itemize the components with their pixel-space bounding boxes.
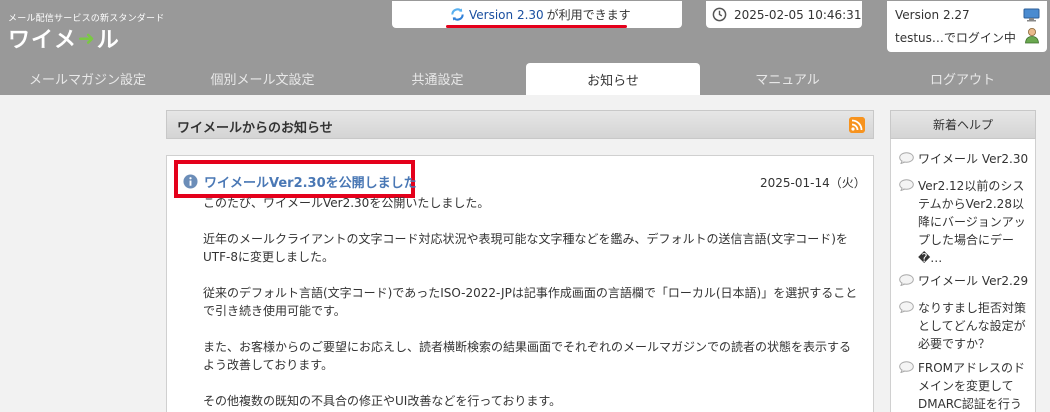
rss-icon[interactable] (849, 117, 865, 133)
clock-icon (712, 7, 727, 22)
news-paragraph: また、お客様からのご要望にお応えし、読者横断検索の結果画面でそれぞれのメールマガ… (203, 340, 852, 372)
update-notice[interactable]: Version 2.30 が利用できます (392, 1, 682, 28)
monitor-icon (1023, 8, 1040, 22)
news-paragraph: その他複数の既知の不具合の修正やUI改善などを行っております。 (203, 394, 562, 408)
update-version-link[interactable]: Version 2.30 (469, 8, 544, 22)
speech-bubble-icon (899, 301, 914, 313)
news-panel: ワイメールVer2.30を公開しました 2025-01-14（火） このたび、ワ… (166, 155, 874, 412)
logo-text-left: ワイメ (8, 28, 78, 53)
tab-mail-magazine-settings[interactable]: メールマガジン設定 (0, 62, 175, 95)
news-title-text: ワイメールVer2.30を公開しました (204, 176, 417, 191)
news-paragraph: 従来のデフォルト言語(文字コード)であったISO-2022-JPは記事作成画面の… (203, 286, 858, 318)
tab-manual[interactable]: マニュアル (700, 62, 875, 95)
new-help-panel: ワイメール Ver2.30 Ver2.12以前のシステムからVer2.28以降に… (890, 139, 1036, 412)
current-version: Version 2.27 (895, 8, 970, 22)
news-body: このたび、ワイメールVer2.30を公開いたしました。 近年のメールクライアント… (203, 194, 859, 412)
refresh-icon (451, 8, 464, 21)
speech-bubble-icon (899, 274, 914, 286)
user-icon (1025, 28, 1039, 44)
info-icon (183, 174, 198, 189)
help-item-label: FROMアドレスのドメインを変更してDMARC認証を行うには (918, 361, 1026, 411)
speech-bubble-icon (899, 179, 914, 191)
header: メール配信サービスの新スタンダード ワイメ ➜ ル Version 2.30 が… (0, 0, 1050, 62)
news-paragraph: このたび、ワイメールVer2.30を公開いたしました。 (203, 196, 490, 210)
news-section-title: ワイメールからのお知らせ (177, 121, 333, 136)
tab-logout[interactable]: ログアウト (875, 62, 1050, 95)
news-section-header: ワイメールからのお知らせ (166, 110, 874, 139)
news-paragraph: 近年のメールクライアントの文字コード対応状況や表現可能な文字種などを鑑み、デフォ… (203, 232, 848, 264)
update-suffix: が利用できます (546, 8, 631, 22)
update-notice-content: Version 2.30 が利用できます (450, 6, 631, 23)
update-highlight-underline (446, 25, 627, 28)
new-help-header: 新着ヘルプ (890, 110, 1036, 139)
datetime-text: 2025-02-05 10:46:31 (734, 7, 862, 22)
speech-bubble-icon (899, 152, 914, 164)
logo-text-right: ル (96, 28, 120, 53)
speech-bubble-icon (899, 361, 914, 373)
tab-individual-mail-settings[interactable]: 個別メール文設定 (175, 62, 350, 95)
help-item-label: ワイメール Ver2.29 (918, 274, 1029, 288)
user-info: Version 2.27 testus…でログイン中 (887, 1, 1047, 52)
help-item[interactable]: なりすまし拒否対策としてどんな設定が必要ですか？ (899, 299, 1029, 353)
main-nav-tabs: メールマガジン設定 個別メール文設定 共通設定 お知らせ マニュアル ログアウト (0, 62, 1050, 95)
logo[interactable]: ワイメ ➜ ル (8, 22, 120, 54)
help-item-label: なりすまし拒否対策としてどんな設定が必要ですか？ (918, 301, 1027, 351)
help-item-label: Ver2.12以前のシステムからVer2.28以降にバージョンアップした場合にデ… (918, 179, 1026, 265)
help-item[interactable]: ワイメール Ver2.29 (899, 272, 1029, 290)
news-title-link[interactable]: ワイメールVer2.30を公開しました (183, 172, 417, 191)
logo-arrow-icon: ➜ (78, 26, 96, 50)
help-item[interactable]: FROMアドレスのドメインを変更してDMARC認証を行うには (899, 359, 1029, 412)
news-date: 2025-01-14（火） (760, 176, 866, 190)
help-item[interactable]: Ver2.12以前のシステムからVer2.28以降にバージョンアップした場合にデ… (899, 177, 1029, 267)
login-status[interactable]: testus…でログイン中 (895, 29, 1016, 46)
help-item[interactable]: ワイメール Ver2.30 (899, 150, 1029, 168)
datetime-display: 2025-02-05 10:46:31 (706, 1, 862, 28)
help-item-label: ワイメール Ver2.30 (918, 152, 1029, 166)
tab-news[interactable]: お知らせ (526, 63, 700, 95)
tab-common-settings[interactable]: 共通設定 (350, 62, 525, 95)
